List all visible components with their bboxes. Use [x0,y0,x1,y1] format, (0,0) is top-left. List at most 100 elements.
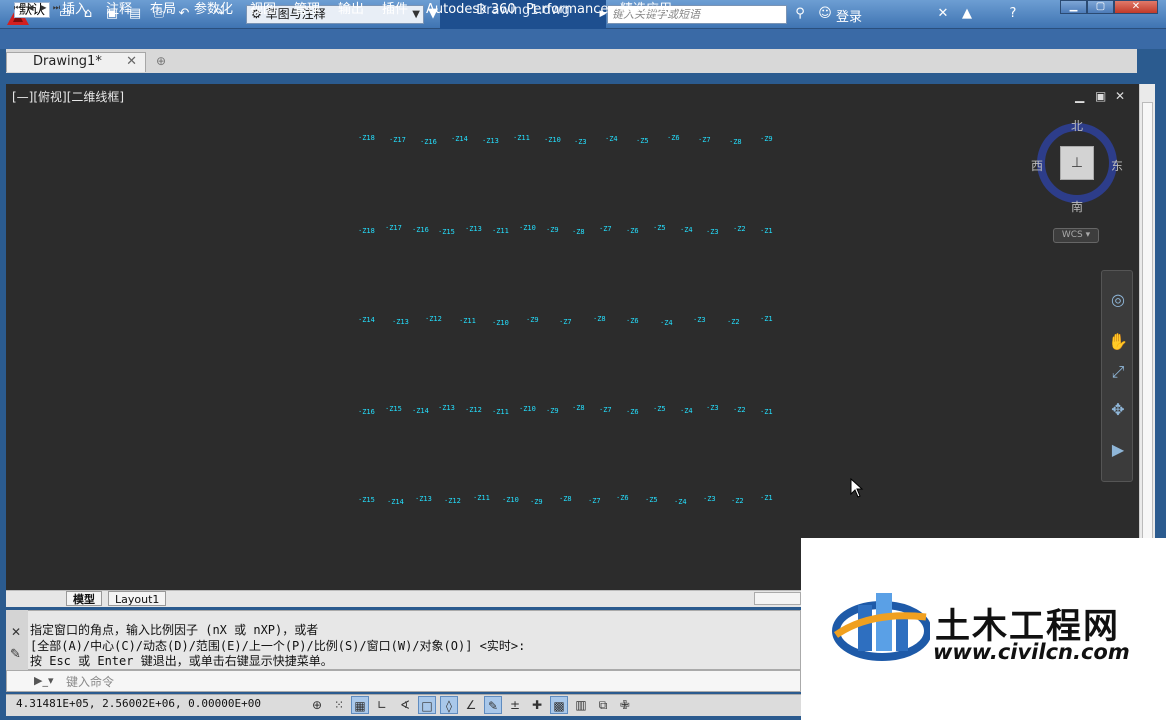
orbit-icon[interactable]: ✥ [1107,399,1129,421]
osnap-icon[interactable]: □ [418,696,436,714]
survey-point-label: ·Z9 [530,498,543,506]
survey-point-label: ·Z10 [519,405,536,413]
command-history-line: 指定窗口的角点，输入比例因子 (nX 或 nXP)，或者 [30,623,319,637]
compass-south[interactable]: 南 [1071,198,1083,215]
horizontal-scrollbar[interactable] [754,592,801,605]
viewport-close-icon[interactable]: ✕ [1115,89,1125,103]
tab-performance[interactable]: Performance [522,2,612,18]
polar-icon[interactable]: ∢ [396,696,414,714]
binoculars-icon[interactable]: ⚲ [791,6,809,22]
mouse-cursor-icon [850,478,864,498]
survey-point-label: ·Z4 [660,319,673,327]
compass-north[interactable]: 北 [1071,117,1083,134]
ribbon-toggle-icon[interactable]: ▭▾ [696,2,723,18]
infer-constraints-icon[interactable]: ⊕ [308,696,326,714]
lineweight-icon[interactable]: ✚ [528,696,546,714]
tab-layout[interactable]: 布局 [146,2,180,18]
compass-east[interactable]: 东 [1111,157,1123,174]
user-icon[interactable]: ☺ [816,6,834,22]
command-input[interactable] [6,670,801,692]
viewport-minimize-icon[interactable]: ▁ [1075,89,1084,103]
survey-point-label: ·Z12 [465,406,482,414]
prev-layout-icon[interactable]: ◀ [25,2,36,14]
close-button[interactable]: ✕ [1114,0,1158,14]
tab-autodesk-360[interactable]: Autodesk 360 [422,2,520,18]
survey-point-label: ·Z2 [733,406,746,414]
showmotion-icon[interactable]: ▶ [1107,439,1129,461]
tab-manage[interactable]: 管理 [290,2,324,18]
exchange-icon[interactable]: ✕ [934,6,952,22]
file-tab-drawing1[interactable]: Drawing1* ✕ [6,52,146,72]
vertical-scrollbar[interactable] [1139,84,1155,590]
3d-osnap-icon[interactable]: ◊ [440,696,458,714]
survey-point-label: ·Z5 [645,496,658,504]
survey-point-label: ·Z8 [729,138,742,146]
survey-point-label: ·Z11 [459,317,476,325]
last-layout-icon[interactable]: ⏭ [51,2,62,14]
new-tab-icon[interactable]: ⊕ [156,54,182,70]
otrack-icon[interactable]: ∠ [462,696,480,714]
tab-parametric[interactable]: 参数化 [190,2,237,18]
survey-point-label: ·Z13 [465,225,482,233]
survey-point-label: ·Z10 [502,496,519,504]
wcs-menu[interactable]: WCS ▾ [1053,228,1099,243]
viewport-controls-label[interactable]: [—][俯视][二维线框] [12,88,124,105]
steering-wheel-icon[interactable]: ◎ [1107,289,1129,311]
survey-point-label: ·Z7 [588,497,601,505]
tab-insert[interactable]: 插入 [58,2,92,18]
watermark-url: www.civilcn.com [933,640,1130,664]
drawing-canvas[interactable] [6,84,1139,590]
a360-icon[interactable]: ▲ [958,6,976,22]
maximize-button[interactable]: ▢ [1087,0,1114,14]
first-layout-icon[interactable]: ⏮ [12,2,23,14]
survey-point-label: ·Z16 [412,226,429,234]
viewport-restore-icon[interactable]: ▣ [1095,89,1106,103]
help-icon[interactable]: ? [1004,6,1022,22]
transparency-icon[interactable]: ▩ [550,696,568,714]
close-tab-icon[interactable]: ✕ [126,53,137,71]
survey-point-label: ·Z14 [412,407,429,415]
ortho-icon[interactable]: ∟ [373,696,391,714]
viewcube-top-face[interactable]: ⊥ [1060,146,1094,180]
tab-model[interactable]: 模型 [66,591,102,606]
tab-annotate[interactable]: 注释 [102,2,136,18]
compass-west[interactable]: 西 [1031,157,1043,174]
zoom-extents-icon[interactable]: ⤢ [1107,361,1129,383]
survey-point-label: ·Z4 [605,135,618,143]
tab-layout1[interactable]: Layout1 [108,591,167,606]
minimize-button[interactable]: ▁ [1060,0,1087,14]
login-link[interactable]: 登录 [836,6,862,25]
next-layout-icon[interactable]: ▶ [38,2,49,14]
grid-icon[interactable]: ▦ [351,696,369,714]
survey-point-label: ·Z6 [616,494,629,502]
survey-point-label: ·Z14 [451,135,468,143]
ribbon-tabs [0,29,1166,49]
command-placeholder: 键入命令 [66,675,115,689]
chevron-down-icon: ▼ [412,9,420,20]
scroll-thumb[interactable] [1142,102,1153,572]
survey-point-label: ·Z6 [626,317,639,325]
survey-point-label: ·Z18 [358,134,375,142]
tab-featured-apps[interactable]: 精选应用 [616,2,676,18]
ducs-icon[interactable]: ✎ [484,696,502,714]
wrench-icon[interactable]: ✎ [10,647,21,662]
command-prompt-icon[interactable]: ▶_▾ [34,674,53,687]
survey-point-label: ·Z15 [358,496,375,504]
snap-icon[interactable]: ⁙ [330,696,348,714]
annotation-monitor-icon[interactable]: ✙ [616,696,634,714]
survey-point-label: ·Z7 [698,136,711,144]
survey-point-label: ·Z2 [727,318,740,326]
tab-view[interactable]: 视图 [246,2,280,18]
dyn-icon[interactable]: ± [506,696,524,714]
selection-cycling-icon[interactable]: ⧉ [594,696,612,714]
survey-point-label: ·Z1 [760,227,773,235]
close-command-icon[interactable]: ✕ [11,625,21,639]
survey-point-label: ·Z11 [492,408,509,416]
survey-point-label: ·Z15 [385,405,402,413]
quick-properties-icon[interactable]: ▥ [572,696,590,714]
survey-point-label: ·Z6 [667,134,680,142]
coordinates-readout[interactable]: 4.31481E+05, 2.56002E+06, 0.00000E+00 [16,697,261,710]
tab-output[interactable]: 输出 [334,2,368,18]
tab-plugins[interactable]: 插件 [378,2,412,18]
pan-hand-icon[interactable]: ✋ [1107,331,1129,353]
